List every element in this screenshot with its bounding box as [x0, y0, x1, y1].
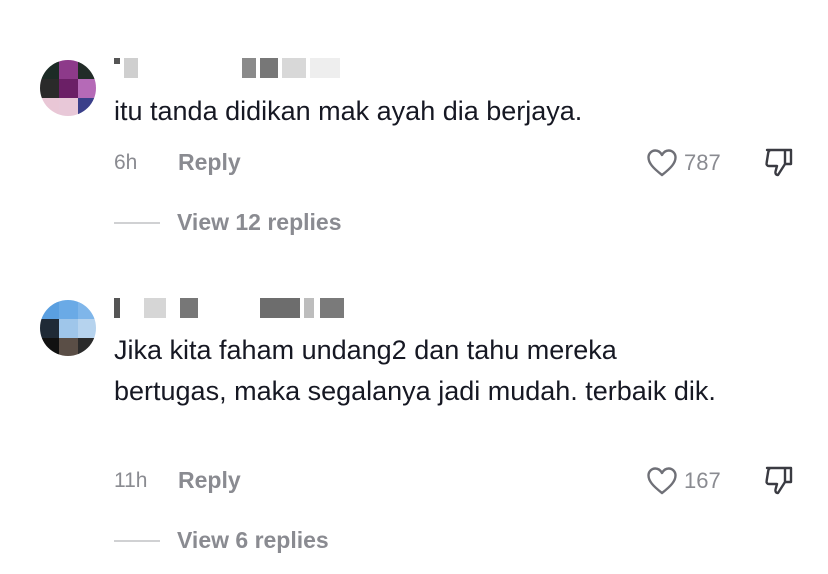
username-blurred[interactable]	[114, 298, 364, 320]
like-count: 167	[684, 468, 721, 493]
comment-timestamp: 11h	[114, 469, 148, 492]
comment-text: itu tanda didikan mak ayah dia berjaya.	[114, 96, 583, 126]
replies-divider	[114, 222, 160, 224]
view-replies-link[interactable]: View 6 replies	[177, 527, 329, 554]
reply-button[interactable]: Reply	[178, 149, 241, 176]
avatar[interactable]	[40, 60, 96, 116]
dislike-icon[interactable]	[764, 464, 794, 496]
like-count: 787	[684, 150, 721, 175]
avatar[interactable]	[40, 300, 96, 356]
heart-icon[interactable]	[646, 466, 678, 496]
username-blurred[interactable]	[114, 58, 344, 80]
comment-text: Jika kita faham undang2 dan tahu mereka …	[114, 335, 716, 406]
replies-divider	[114, 540, 160, 542]
view-replies-link[interactable]: View 12 replies	[177, 209, 342, 236]
reply-button[interactable]: Reply	[178, 467, 241, 494]
heart-icon[interactable]	[646, 148, 678, 178]
dislike-icon[interactable]	[764, 146, 794, 178]
comment-timestamp: 6h	[114, 151, 138, 174]
